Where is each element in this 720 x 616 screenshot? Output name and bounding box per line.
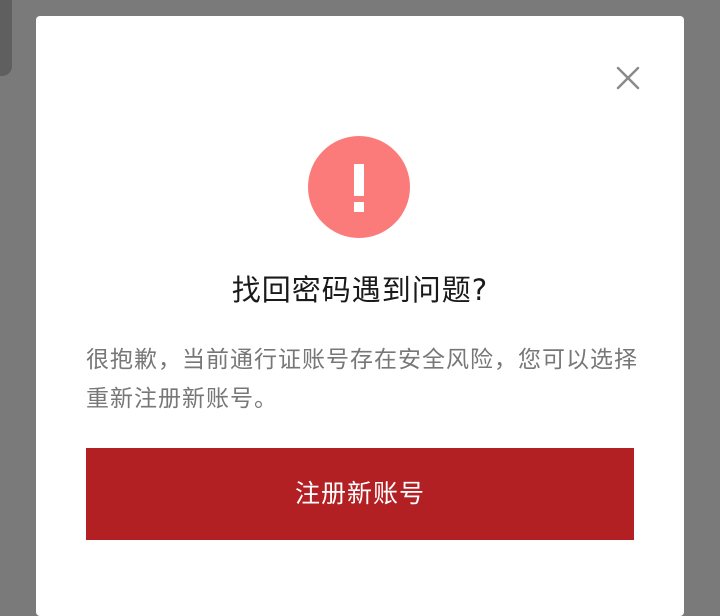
dialog-title: 找回密码遇到问题? [231, 273, 489, 307]
close-icon [616, 66, 640, 90]
exclamation-icon [354, 164, 364, 212]
dialog-message: 很抱歉，当前通行证账号存在安全风险，您可以选择重新注册新账号。 [86, 347, 638, 412]
close-button[interactable] [612, 62, 644, 94]
alert-icon-circle [308, 136, 410, 238]
password-recovery-dialog: 找回密码遇到问题? 很抱歉，当前通行证账号存在安全风险，您可以选择重新注册新账号… [36, 16, 684, 616]
background-panel [0, 0, 12, 76]
register-new-account-button[interactable]: 注册新账号 [86, 448, 634, 540]
